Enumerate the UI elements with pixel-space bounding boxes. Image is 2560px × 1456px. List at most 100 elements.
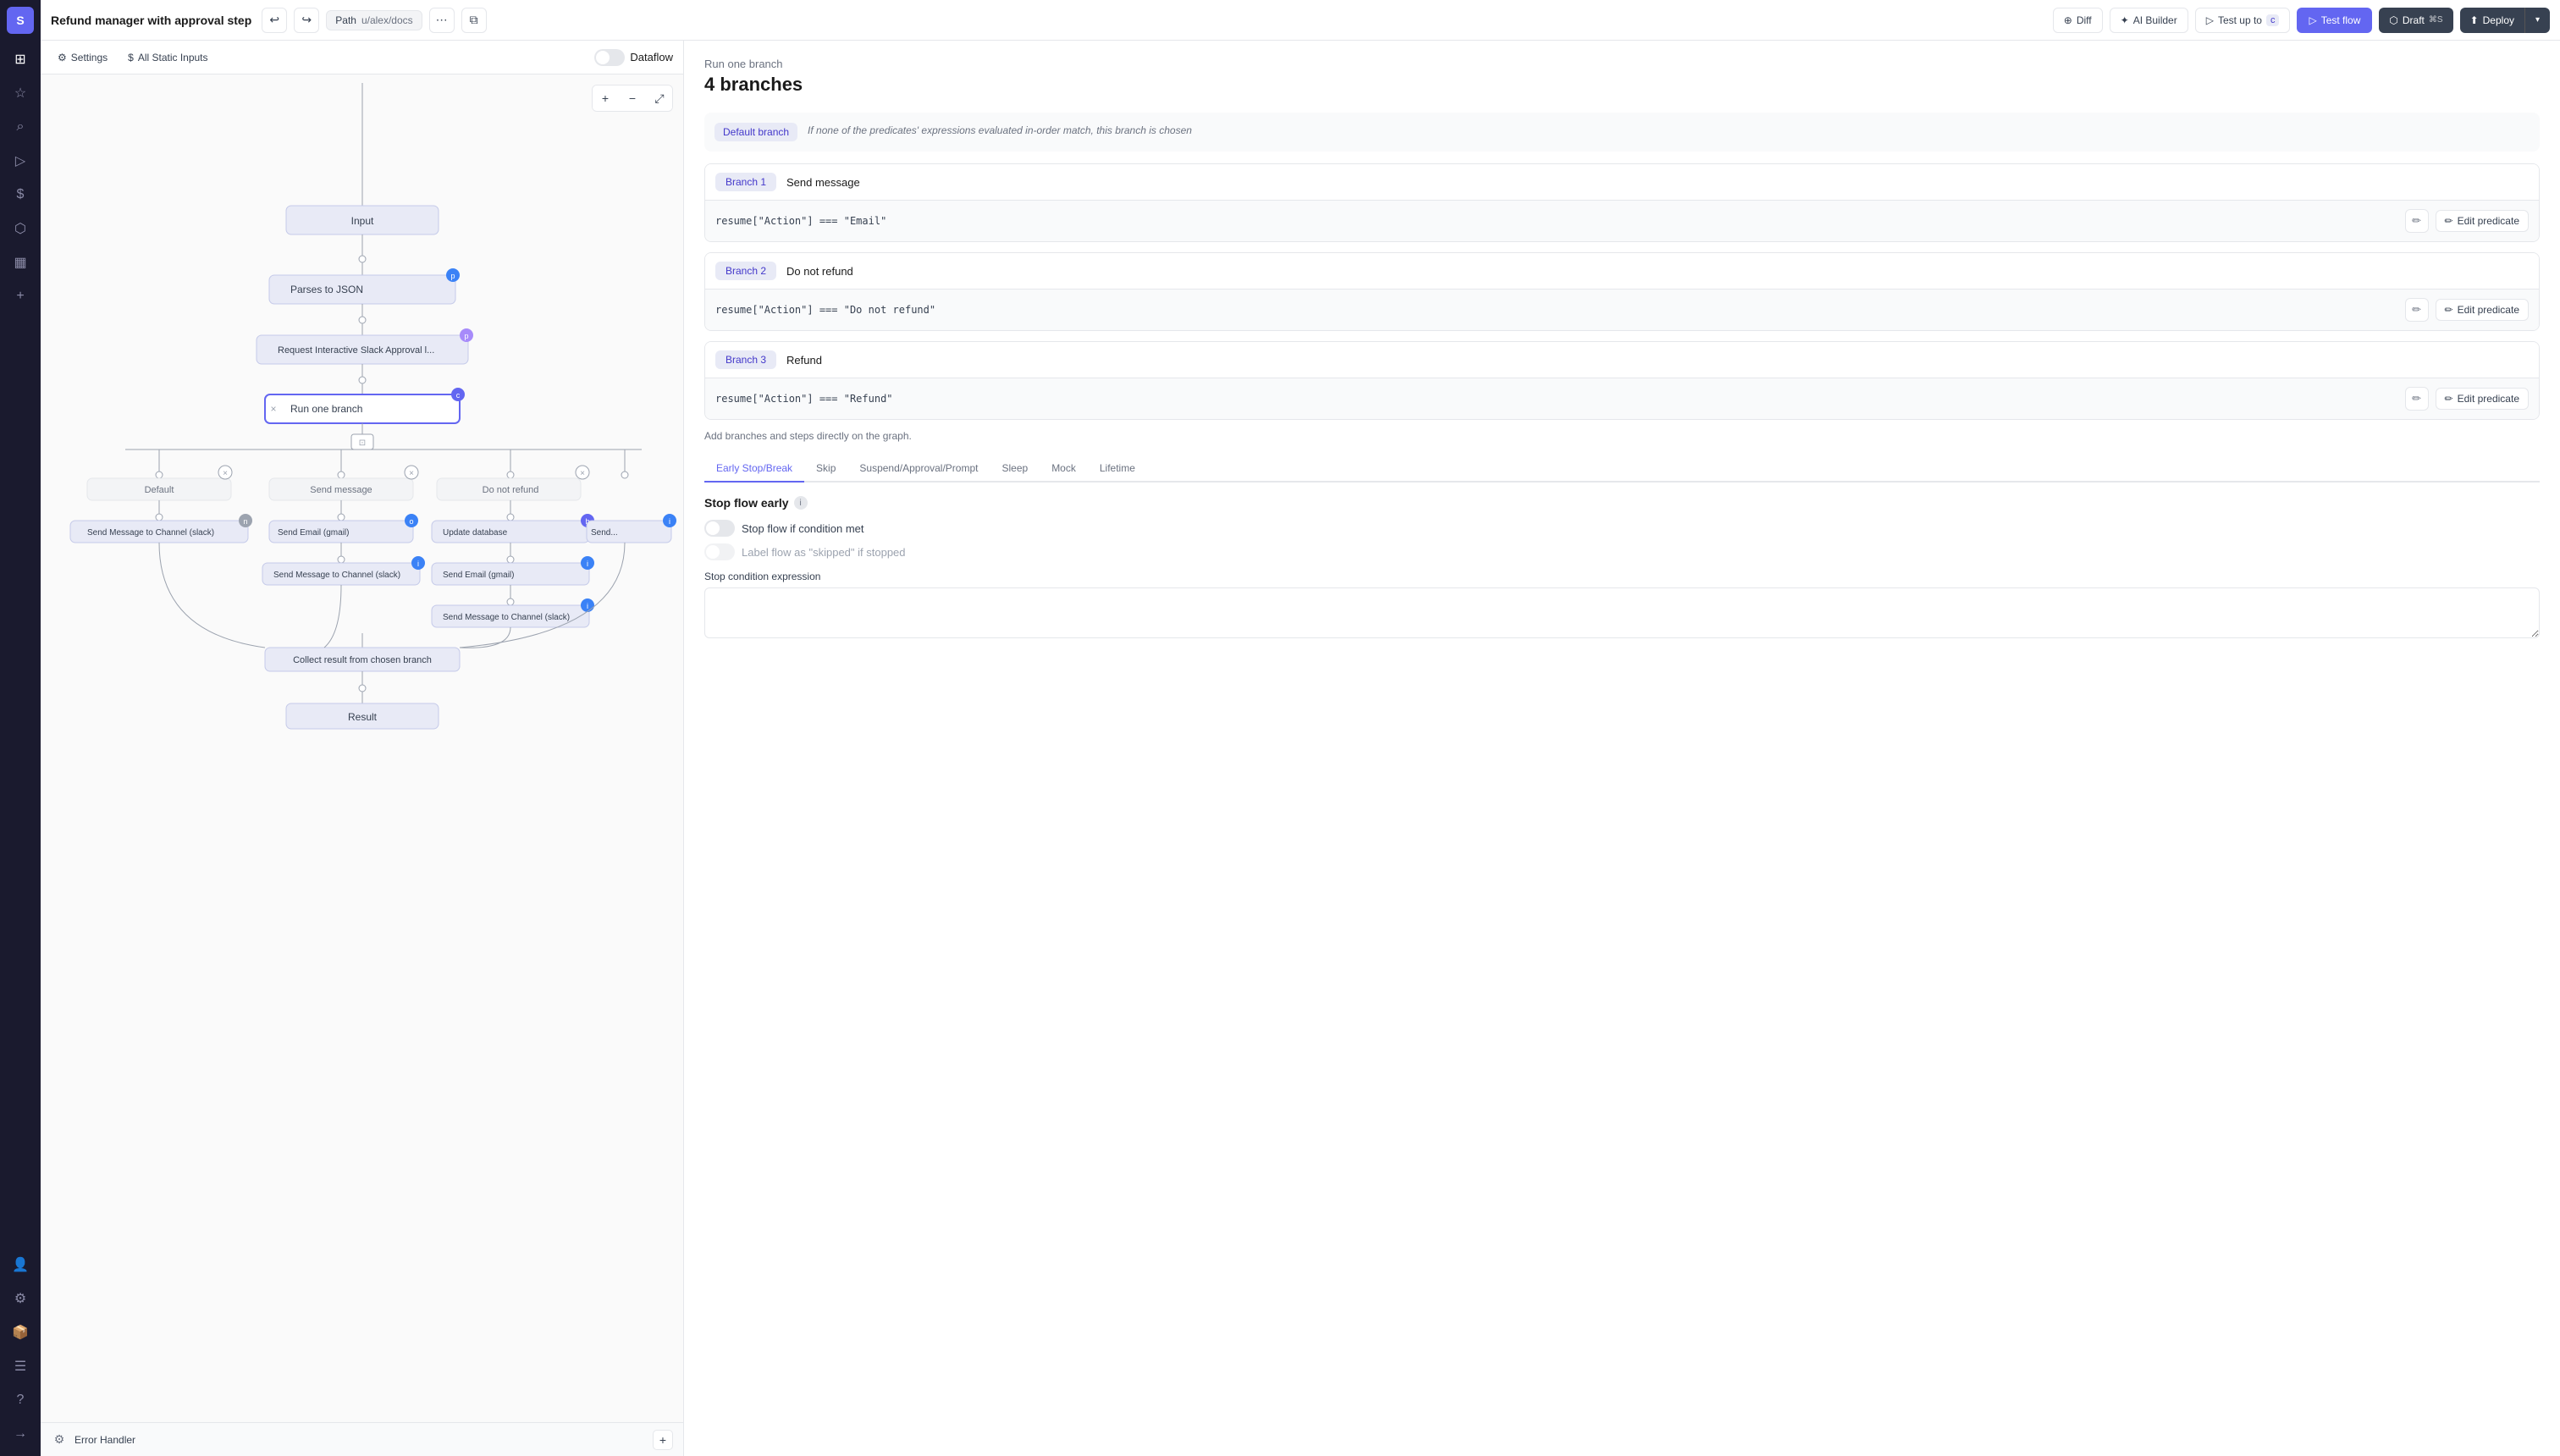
stop-flow-section: Stop flow early i (704, 496, 2540, 510)
tab-early-stop[interactable]: Early Stop/Break (704, 455, 804, 483)
branch-3-name-input[interactable] (786, 354, 2529, 367)
sidebar-item-integrations[interactable]: ⬡ (5, 213, 36, 244)
label-flow-toggle-row: Label flow as "skipped" if stopped (704, 543, 2540, 560)
test-flow-button[interactable]: ▷ Test flow (2297, 8, 2372, 33)
branch-3-edit-predicate-button[interactable]: ✏ Edit predicate (2436, 388, 2529, 410)
more-options-button[interactable]: ⋯ (429, 8, 455, 33)
branch-1-edit-icon[interactable]: ✏ (2405, 209, 2429, 233)
page-title: Refund manager with approval step (51, 14, 251, 27)
branch-2-edit-icon[interactable]: ✏ (2405, 298, 2429, 322)
edit-icon: ✏ (2445, 215, 2453, 227)
diff-label: Diff (2077, 14, 2092, 26)
sidebar-item-home[interactable]: ⊞ (5, 44, 36, 74)
deploy-button[interactable]: ⬆ Deploy (2460, 8, 2524, 33)
settings-icon: ⚙ (58, 52, 67, 63)
static-inputs-button[interactable]: $ All Static Inputs (121, 48, 214, 67)
test-up-to-label: Test up to (2218, 14, 2262, 26)
tab-mock[interactable]: Mock (1040, 455, 1088, 483)
branch-2-badge: Branch 2 (715, 262, 776, 280)
test-up-to-button[interactable]: ▷ Test up to c (2195, 8, 2291, 33)
sidebar-item-billing[interactable]: $ (5, 179, 36, 210)
sidebar-item-packages[interactable]: 📦 (5, 1317, 36, 1348)
draft-button[interactable]: ⬡ Draft ⌘S (2379, 8, 2452, 33)
draft-key: ⌘S (2429, 15, 2443, 25)
stop-condition-input[interactable] (704, 587, 2540, 638)
tab-sleep[interactable]: Sleep (990, 455, 1040, 483)
branch-1-badge: Branch 1 (715, 173, 776, 191)
static-inputs-label: All Static Inputs (138, 52, 208, 63)
topbar: Refund manager with approval step ↩ ↪ Pa… (41, 0, 2560, 41)
branch-1-predicate-row: resume["Action"] === "Email" ✏ ✏ Edit pr… (705, 201, 2539, 241)
svg-text:i: i (417, 560, 419, 568)
ai-icon: ✦ (2121, 14, 2129, 26)
branch-2-header: Branch 2 (705, 253, 2539, 290)
undo-button[interactable]: ↩ (262, 8, 287, 33)
settings-label: Settings (71, 52, 108, 63)
sidebar-item-add[interactable]: + (5, 281, 36, 312)
dollar-icon: $ (128, 52, 134, 63)
branch-1-edit-predicate-button[interactable]: ✏ Edit predicate (2436, 210, 2529, 232)
svg-text:Send message: Send message (310, 485, 372, 495)
default-branch-description: If none of the predicates' expressions e… (808, 123, 1192, 138)
dataflow-toggle[interactable] (594, 49, 625, 66)
stop-flow-toggle-row: Stop flow if condition met (704, 520, 2540, 537)
sidebar-item-expand[interactable]: → (5, 1419, 36, 1449)
svg-text:p: p (450, 272, 455, 280)
svg-text:×: × (580, 469, 585, 478)
path-value: u/alex/docs (361, 14, 413, 26)
tab-suspend[interactable]: Suspend/Approval/Prompt (847, 455, 990, 483)
stop-flow-info-icon[interactable]: i (794, 496, 808, 510)
draft-icon: ⬡ (2389, 14, 2397, 26)
svg-text:×: × (223, 469, 228, 478)
branch-2-name-input[interactable] (786, 265, 2529, 278)
test-flow-label: Test flow (2321, 14, 2361, 26)
sidebar-item-calendar[interactable]: ▦ (5, 247, 36, 278)
svg-text:Send...: Send... (591, 528, 618, 538)
deploy-dropdown-button[interactable]: ▾ (2524, 8, 2550, 33)
branch-3-edit-icon[interactable]: ✏ (2405, 387, 2429, 411)
stop-flow-title: Stop flow early (704, 496, 789, 510)
svg-text:Run one branch: Run one branch (290, 403, 362, 415)
sidebar-item-settings[interactable]: ⚙ (5, 1283, 36, 1314)
settings-button[interactable]: ⚙ Settings (51, 48, 114, 67)
error-handler-bar: ⚙ Error Handler + (41, 1422, 683, 1456)
deploy-label: Deploy (2483, 14, 2514, 26)
branch-3-predicate-row: resume["Action"] === "Refund" ✏ ✏ Edit p… (705, 378, 2539, 419)
svg-text:i: i (587, 560, 588, 568)
tab-skip[interactable]: Skip (804, 455, 847, 483)
sidebar-item-person[interactable]: 👤 (5, 1249, 36, 1280)
tab-lifetime[interactable]: Lifetime (1088, 455, 1147, 483)
sidebar-item-search[interactable]: ⌕ (5, 112, 36, 142)
branch-3-predicate: resume["Action"] === "Refund" (715, 393, 2398, 405)
draft-label: Draft (2403, 14, 2425, 26)
dataflow-label: Dataflow (630, 51, 673, 63)
app-logo: S (7, 7, 34, 34)
sidebar-item-help[interactable]: ? (5, 1385, 36, 1415)
sidebar-item-list[interactable]: ☰ (5, 1351, 36, 1382)
svg-text:Result: Result (348, 711, 378, 723)
branch-2-predicate: resume["Action"] === "Do not refund" (715, 304, 2398, 316)
ai-builder-button[interactable]: ✦ AI Builder (2110, 8, 2188, 33)
branch-2-edit-predicate-button[interactable]: ✏ Edit predicate (2436, 299, 2529, 321)
svg-text:Send Message to Channel (slack: Send Message to Channel (slack) (87, 528, 214, 538)
svg-text:Send Email (gmail): Send Email (gmail) (278, 528, 349, 538)
layout-button[interactable]: ⧉ (461, 8, 487, 33)
play-icon: ▷ (2206, 14, 2214, 26)
svg-text:i: i (587, 602, 588, 610)
stop-condition-section: Stop condition expression (704, 571, 2540, 641)
branch-3-badge: Branch 3 (715, 350, 776, 369)
svg-text:Do not refund: Do not refund (483, 485, 539, 495)
test-key-badge: c (2266, 14, 2280, 26)
sidebar-item-flows[interactable]: ▷ (5, 146, 36, 176)
diff-icon: ⊕ (2064, 14, 2072, 26)
sidebar-item-starred[interactable]: ☆ (5, 78, 36, 108)
diff-button[interactable]: ⊕ Diff (2053, 8, 2103, 33)
branch-1-name-input[interactable] (786, 176, 2529, 189)
error-add-button[interactable]: + (653, 1430, 673, 1450)
stop-flow-toggle[interactable] (704, 520, 735, 537)
sidebar: S ⊞ ☆ ⌕ ▷ $ ⬡ ▦ + 👤 ⚙ 📦 ☰ ? → (0, 0, 41, 1456)
svg-text:Send Message to Channel (slack: Send Message to Channel (slack) (443, 613, 570, 622)
label-flow-toggle[interactable] (704, 543, 735, 560)
main-area: Refund manager with approval step ↩ ↪ Pa… (41, 0, 2560, 1456)
redo-button[interactable]: ↪ (294, 8, 319, 33)
